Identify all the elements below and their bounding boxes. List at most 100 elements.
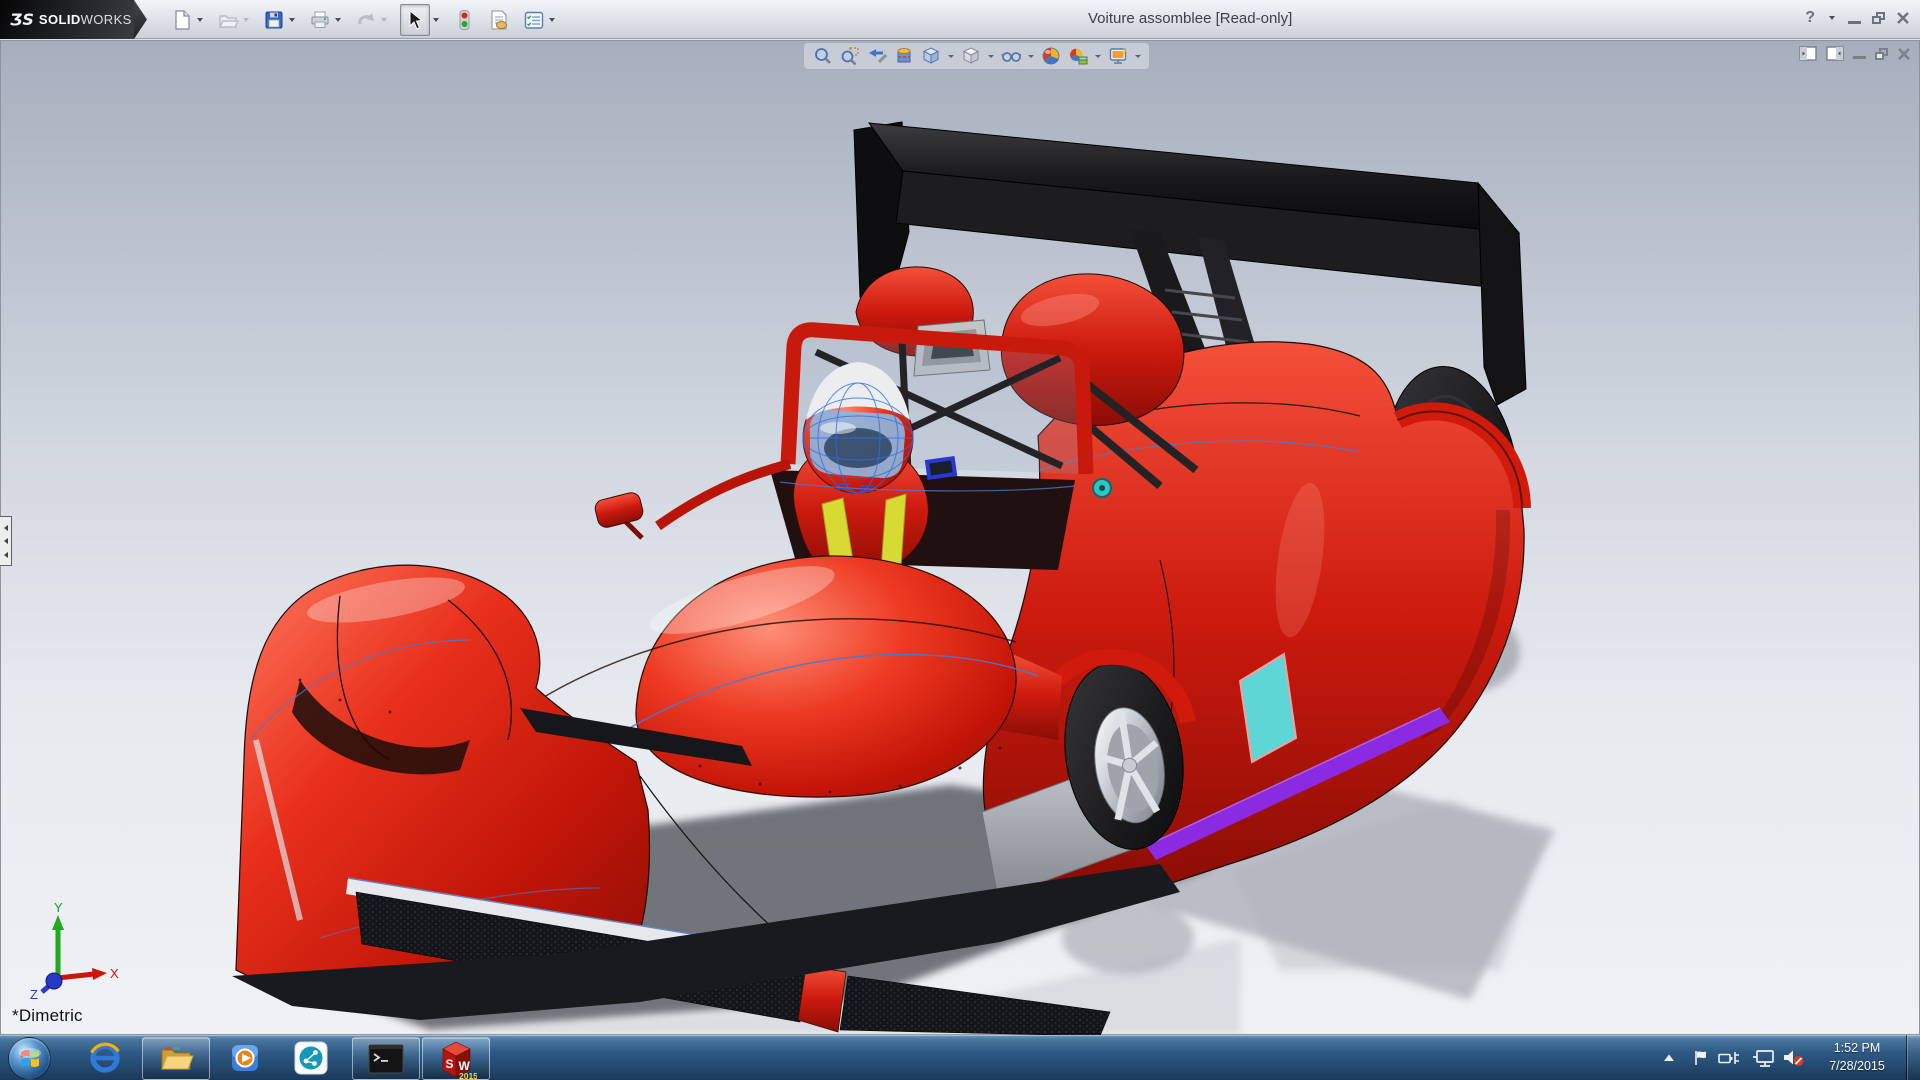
document-title: Voiture assomblee [Read-only] [1088, 10, 1292, 27]
restore-button[interactable] [1872, 12, 1885, 24]
previous-view-button[interactable] [865, 45, 888, 68]
display-style-dropdown[interactable] [986, 45, 995, 67]
feature-manager-collapsed-tab[interactable] [0, 516, 12, 566]
triad-y-label: Y [54, 900, 63, 915]
view-settings-dropdown[interactable] [1133, 45, 1142, 67]
folder-icon [158, 1043, 194, 1075]
view-orientation-dropdown[interactable] [946, 45, 955, 67]
triad-x-label: X [110, 966, 119, 981]
graphics-viewport[interactable]: Y X Z *Dimetric [0, 40, 1920, 1035]
document-window-controls [1799, 46, 1911, 61]
volume-muted-icon [1782, 1048, 1806, 1068]
view-settings-button[interactable] [1106, 45, 1129, 68]
options-dropdown[interactable] [547, 9, 557, 31]
logo-brand-light: WORKS [81, 12, 132, 27]
minimize-document-button[interactable] [1853, 56, 1866, 59]
taskbar-clock[interactable]: 1:52 PM 7/28/2015 [1812, 1039, 1902, 1076]
show-right-pane-button[interactable] [1826, 46, 1844, 61]
3d-model-race-car[interactable] [0, 40, 1920, 1035]
window-controls: ? [1805, 7, 1910, 29]
select-tool-dropdown[interactable] [431, 9, 441, 31]
solidworks-2015-icon: S W 2015 [435, 1038, 477, 1080]
new-document-dropdown[interactable] [195, 9, 205, 31]
heads-up-view-toolbar [804, 43, 1149, 69]
minimize-button[interactable] [1848, 21, 1861, 24]
select-tool-button[interactable] [400, 4, 430, 36]
tray-time: 1:52 PM [1812, 1039, 1902, 1057]
apply-scene-button[interactable] [1066, 45, 1089, 68]
display-style-button[interactable] [959, 45, 982, 68]
zoom-to-fit-button[interactable] [811, 45, 834, 68]
sw-year: 2015 [459, 1071, 477, 1080]
save-button[interactable] [262, 8, 286, 32]
help-button[interactable]: ? [1805, 10, 1815, 26]
taskbar-media-player[interactable] [224, 1037, 266, 1078]
logo-brand-bold: SOLID [39, 12, 81, 27]
taskbar-solidworks[interactable]: S W 2015 [422, 1037, 490, 1080]
close-button[interactable] [1896, 11, 1910, 25]
help-dropdown[interactable] [1827, 7, 1837, 29]
tray-date: 7/28/2015 [1812, 1057, 1902, 1075]
open-button[interactable] [216, 8, 240, 32]
side-mirror[interactable] [593, 491, 644, 538]
rebuild-button[interactable] [452, 8, 476, 32]
undo-dropdown[interactable] [379, 9, 389, 31]
apply-scene-dropdown[interactable] [1093, 45, 1102, 67]
volume-button[interactable] [1780, 1035, 1808, 1080]
command-prompt-icon [367, 1043, 405, 1075]
action-center-button[interactable] [1690, 1035, 1712, 1080]
open-dropdown[interactable] [241, 9, 251, 31]
restore-document-button[interactable] [1875, 48, 1888, 60]
sw-letter-s: S [446, 1057, 454, 1071]
view-orientation-label: *Dimetric [12, 1006, 83, 1026]
edit-appearance-button[interactable] [1039, 45, 1062, 68]
media-player-icon [229, 1042, 261, 1074]
show-left-pane-button[interactable] [1799, 46, 1817, 61]
close-document-button[interactable] [1897, 47, 1911, 61]
dassault-3ds-mark: ƷS [10, 10, 34, 29]
triad-z-label: Z [30, 987, 38, 1002]
hide-show-items-dropdown[interactable] [1026, 45, 1035, 67]
start-button[interactable] [8, 1037, 51, 1080]
power-status-button[interactable] [1716, 1035, 1742, 1080]
internet-explorer-icon [89, 1042, 121, 1074]
hide-show-items-button[interactable] [999, 45, 1022, 68]
print-dropdown[interactable] [333, 9, 343, 31]
share-app-icon [293, 1040, 329, 1076]
solidworks-logo: ƷS SOLIDWORKS [0, 0, 134, 39]
solidworks-window: ƷS SOLIDWORKS [0, 0, 1920, 1080]
zoom-to-area-button[interactable] [838, 45, 861, 68]
chevron-left-icon [4, 552, 8, 558]
print-button[interactable] [308, 8, 332, 32]
view-orientation-button[interactable] [919, 45, 942, 68]
chevron-left-icon [4, 525, 8, 531]
battery-plug-icon [1718, 1049, 1740, 1067]
options-button[interactable] [522, 8, 546, 32]
title-bar: ƷS SOLIDWORKS [0, 0, 1920, 39]
network-status-button[interactable] [1750, 1035, 1778, 1080]
windows-taskbar: S W 2015 [0, 1035, 1920, 1080]
select-cursor-icon [403, 8, 427, 32]
show-desktop-button[interactable] [1906, 1035, 1920, 1080]
restore-icon-front [1872, 16, 1881, 24]
flag-icon [1692, 1049, 1710, 1067]
network-display-icon [1752, 1048, 1776, 1068]
chevron-left-icon [4, 538, 8, 544]
chevron-up-icon [1662, 1051, 1676, 1065]
save-dropdown[interactable] [287, 9, 297, 31]
taskbar-command-prompt[interactable] [352, 1037, 420, 1080]
taskbar-share-app[interactable] [288, 1037, 334, 1078]
harness-buckle [927, 458, 955, 477]
orientation-triad: Y X Z [12, 898, 122, 1003]
file-properties-button[interactable] [487, 8, 511, 32]
taskbar-windows-explorer[interactable] [142, 1037, 210, 1080]
windows-flag-icon [17, 1046, 43, 1072]
new-document-button[interactable] [170, 8, 194, 32]
main-toolbar [170, 0, 568, 39]
section-view-button[interactable] [892, 45, 915, 68]
restore-doc-icon-front [1875, 52, 1884, 60]
undo-button[interactable] [354, 8, 378, 32]
taskbar-internet-explorer[interactable] [84, 1037, 126, 1078]
menu-expand-arrow[interactable] [134, 0, 147, 39]
show-hidden-icons-button[interactable] [1660, 1035, 1678, 1080]
